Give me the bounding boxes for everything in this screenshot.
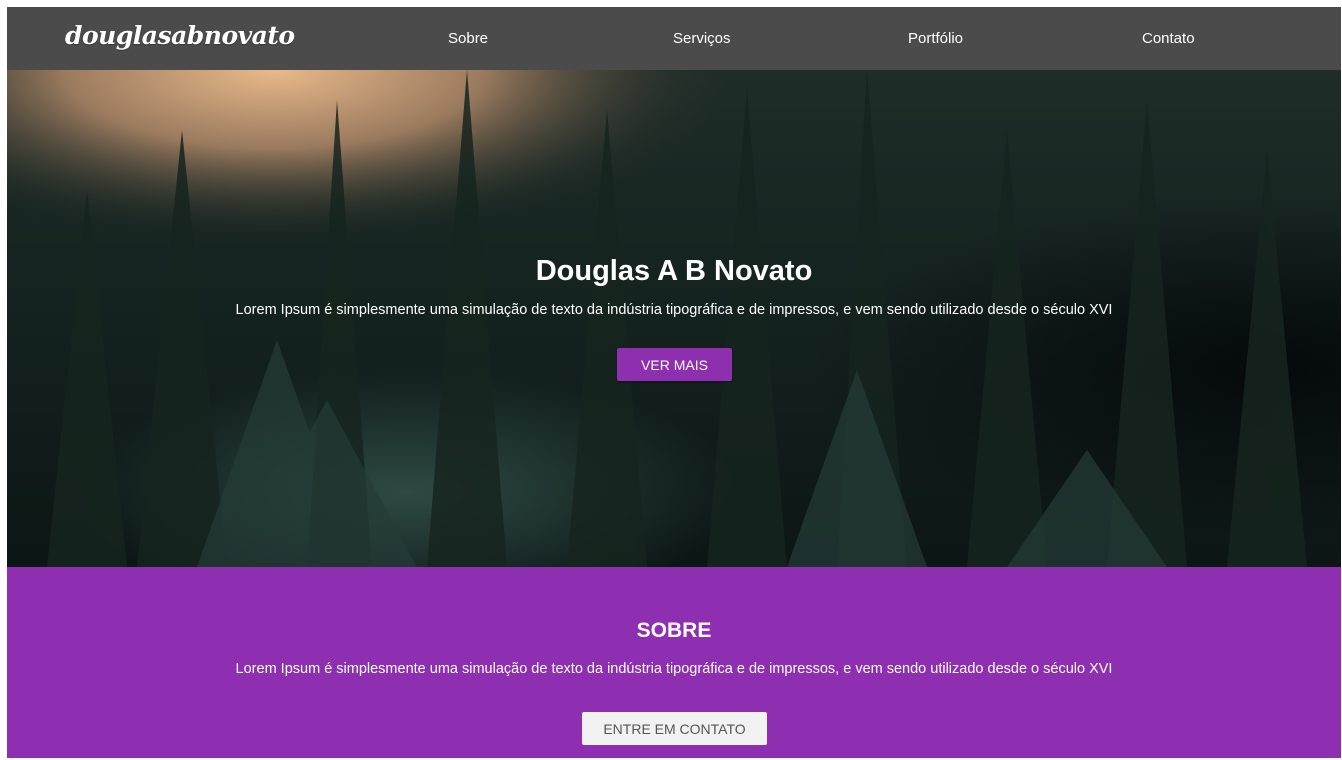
about-description: Lorem Ipsum é simplesmente uma simulação… — [235, 661, 1113, 677]
site-logo[interactable]: douglasabnovato — [65, 21, 295, 50]
nav-link-contato[interactable]: Contato — [1142, 30, 1195, 47]
nav-link-servicos[interactable]: Serviços — [673, 30, 731, 47]
about-title: SOBRE — [636, 619, 712, 642]
nav-link-sobre[interactable]: Sobre — [448, 30, 488, 47]
hero-title: Douglas A B Novato — [535, 255, 813, 287]
top-navbar: douglasabnovato Sobre Serviços Portfólio… — [7, 7, 1341, 70]
hero-section: Douglas A B Novato Lorem Ipsum é simples… — [7, 70, 1341, 567]
page: douglasabnovato Sobre Serviços Portfólio… — [7, 7, 1341, 758]
entre-em-contato-button[interactable]: ENTRE EM CONTATO — [582, 712, 767, 745]
ver-mais-button[interactable]: VER MAIS — [617, 348, 732, 381]
hero-background-forest-image — [7, 70, 1341, 567]
hero-description: Lorem Ipsum é simplesmente uma simulação… — [235, 302, 1113, 318]
nav-link-portfolio[interactable]: Portfólio — [908, 30, 963, 47]
about-section: SOBRE Lorem Ipsum é simplesmente uma sim… — [7, 567, 1341, 758]
